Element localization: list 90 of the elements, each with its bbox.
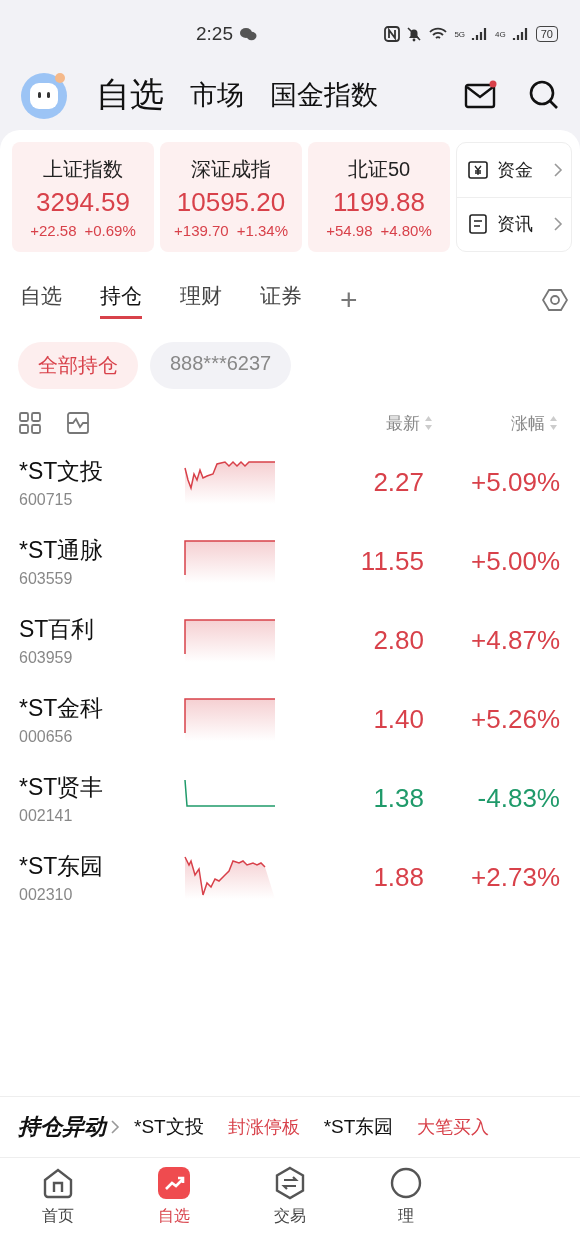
quick-link[interactable]: 资讯 (457, 196, 571, 251)
stock-change: +5.09% (471, 467, 560, 498)
stock-change: +5.26% (471, 704, 560, 735)
network-label: 4G (495, 29, 506, 39)
index-name: 上证指数 (43, 156, 123, 182)
chevron-icon (553, 216, 563, 233)
signal-icon (511, 26, 530, 42)
nav-item[interactable]: 理 (348, 1166, 464, 1246)
wifi-icon (428, 26, 449, 42)
stock-price: 2.27 (372, 467, 424, 498)
index-percent: +4.80% (380, 221, 432, 239)
index-percent: +1.34% (236, 221, 288, 239)
stock-change: +2.73% (471, 862, 560, 893)
nav-label: 首页 (42, 1206, 74, 1226)
stock-code: 600715 (19, 491, 74, 509)
wallet-icon (467, 158, 489, 181)
header-tab[interactable]: 自选 (96, 72, 164, 118)
quick-link-label: 资金 (497, 158, 533, 182)
settings-icon[interactable] (542, 287, 568, 313)
stock-name[interactable]: *ST贤丰 (19, 772, 184, 803)
search-icon[interactable] (528, 79, 560, 111)
index-card[interactable]: 上证指数 3294.59 +22.58 +0.69% (12, 142, 154, 252)
grid-icon[interactable] (18, 411, 42, 435)
nav-item[interactable]: 自选 (116, 1166, 232, 1246)
stock-code: 603959 (19, 649, 74, 667)
home-icon (41, 1166, 75, 1200)
nav-label: 交易 (274, 1206, 306, 1226)
index-value: 1199.88 (332, 186, 426, 218)
chevron-icon (553, 161, 563, 178)
nav-label: 理 (398, 1206, 414, 1226)
battery-level: 70 (535, 26, 558, 42)
nav-item[interactable]: 交易 (232, 1166, 348, 1246)
stock-name[interactable]: ST百利 (19, 614, 184, 645)
muted-bell-icon (406, 26, 423, 42)
ticker-event: 大笔买入 (417, 1116, 490, 1139)
mail-icon[interactable] (464, 80, 498, 110)
header-tab[interactable]: 国金指数 (270, 77, 378, 113)
stock-name[interactable]: *ST金科 (19, 693, 184, 724)
stock-code: 002310 (19, 886, 74, 904)
stock-change: -4.83% (477, 783, 560, 814)
quick-link[interactable]: 资金 (457, 143, 571, 197)
index-change: +139.70 (174, 221, 229, 239)
section-tab[interactable]: 自选 (20, 281, 62, 319)
account-filter[interactable]: 全部持仓 (18, 342, 138, 389)
chart-icon[interactable] (66, 411, 90, 435)
stock-price: 1.38 (372, 783, 424, 814)
ticker-stock[interactable]: *ST文投 (134, 1114, 204, 1140)
stock-name[interactable]: *ST通脉 (19, 535, 184, 566)
stock-code: 603559 (19, 570, 74, 588)
index-value: 3294.59 (36, 186, 130, 218)
stock-change: +5.00% (471, 546, 560, 577)
document-icon (467, 213, 489, 236)
index-card[interactable]: 北证50 1199.88 +54.98 +4.80% (308, 142, 450, 252)
index-value: 10595.20 (176, 186, 286, 218)
stock-change: +4.87% (471, 625, 560, 656)
chat-icon (239, 27, 257, 41)
nav-item[interactable]: 首页 (0, 1166, 116, 1246)
index-percent: +0.69% (84, 221, 136, 239)
nav-label: 自选 (158, 1206, 190, 1226)
ticker-event: 封涨停板 (227, 1116, 300, 1139)
nfc-icon (384, 26, 401, 42)
index-card[interactable]: 深证成指 10595.20 +139.70 +1.34% (160, 142, 302, 252)
chevron-icon (110, 1119, 120, 1135)
trend-icon (157, 1166, 191, 1200)
stock-name[interactable]: *ST文投 (19, 456, 184, 487)
ticker-stock[interactable]: *ST东园 (323, 1114, 394, 1140)
section-tab[interactable]: 持仓 (100, 281, 142, 319)
index-change: +54.98 (326, 221, 373, 239)
quick-link-label: 资讯 (497, 213, 533, 237)
stock-price: 1.40 (372, 704, 424, 735)
index-name: 北证50 (347, 156, 411, 182)
stock-price: 2.80 (372, 625, 424, 656)
index-name: 深证成指 (191, 156, 271, 182)
column-header[interactable]: 最新 (386, 411, 420, 435)
stock-price: 11.55 (359, 546, 424, 577)
header-tab[interactable]: 市场 (190, 77, 244, 113)
section-tab[interactable]: 证券 (260, 281, 302, 319)
section-tab[interactable]: 理财 (180, 281, 222, 319)
ticker-title[interactable]: 持仓异动 (18, 1112, 106, 1142)
stock-code: 002141 (19, 807, 74, 825)
network-label: 5G (454, 29, 466, 39)
stock-price: 1.88 (372, 862, 424, 893)
add-tab-button[interactable]: + (340, 283, 358, 317)
index-change: +22.58 (30, 221, 77, 239)
finance-icon (389, 1166, 423, 1200)
stock-name[interactable]: *ST东园 (19, 851, 184, 882)
stock-code: 000656 (19, 728, 74, 746)
exchange-icon (273, 1166, 307, 1200)
status-time: 2:25 (196, 23, 233, 45)
column-header[interactable]: 涨幅 (511, 411, 545, 435)
